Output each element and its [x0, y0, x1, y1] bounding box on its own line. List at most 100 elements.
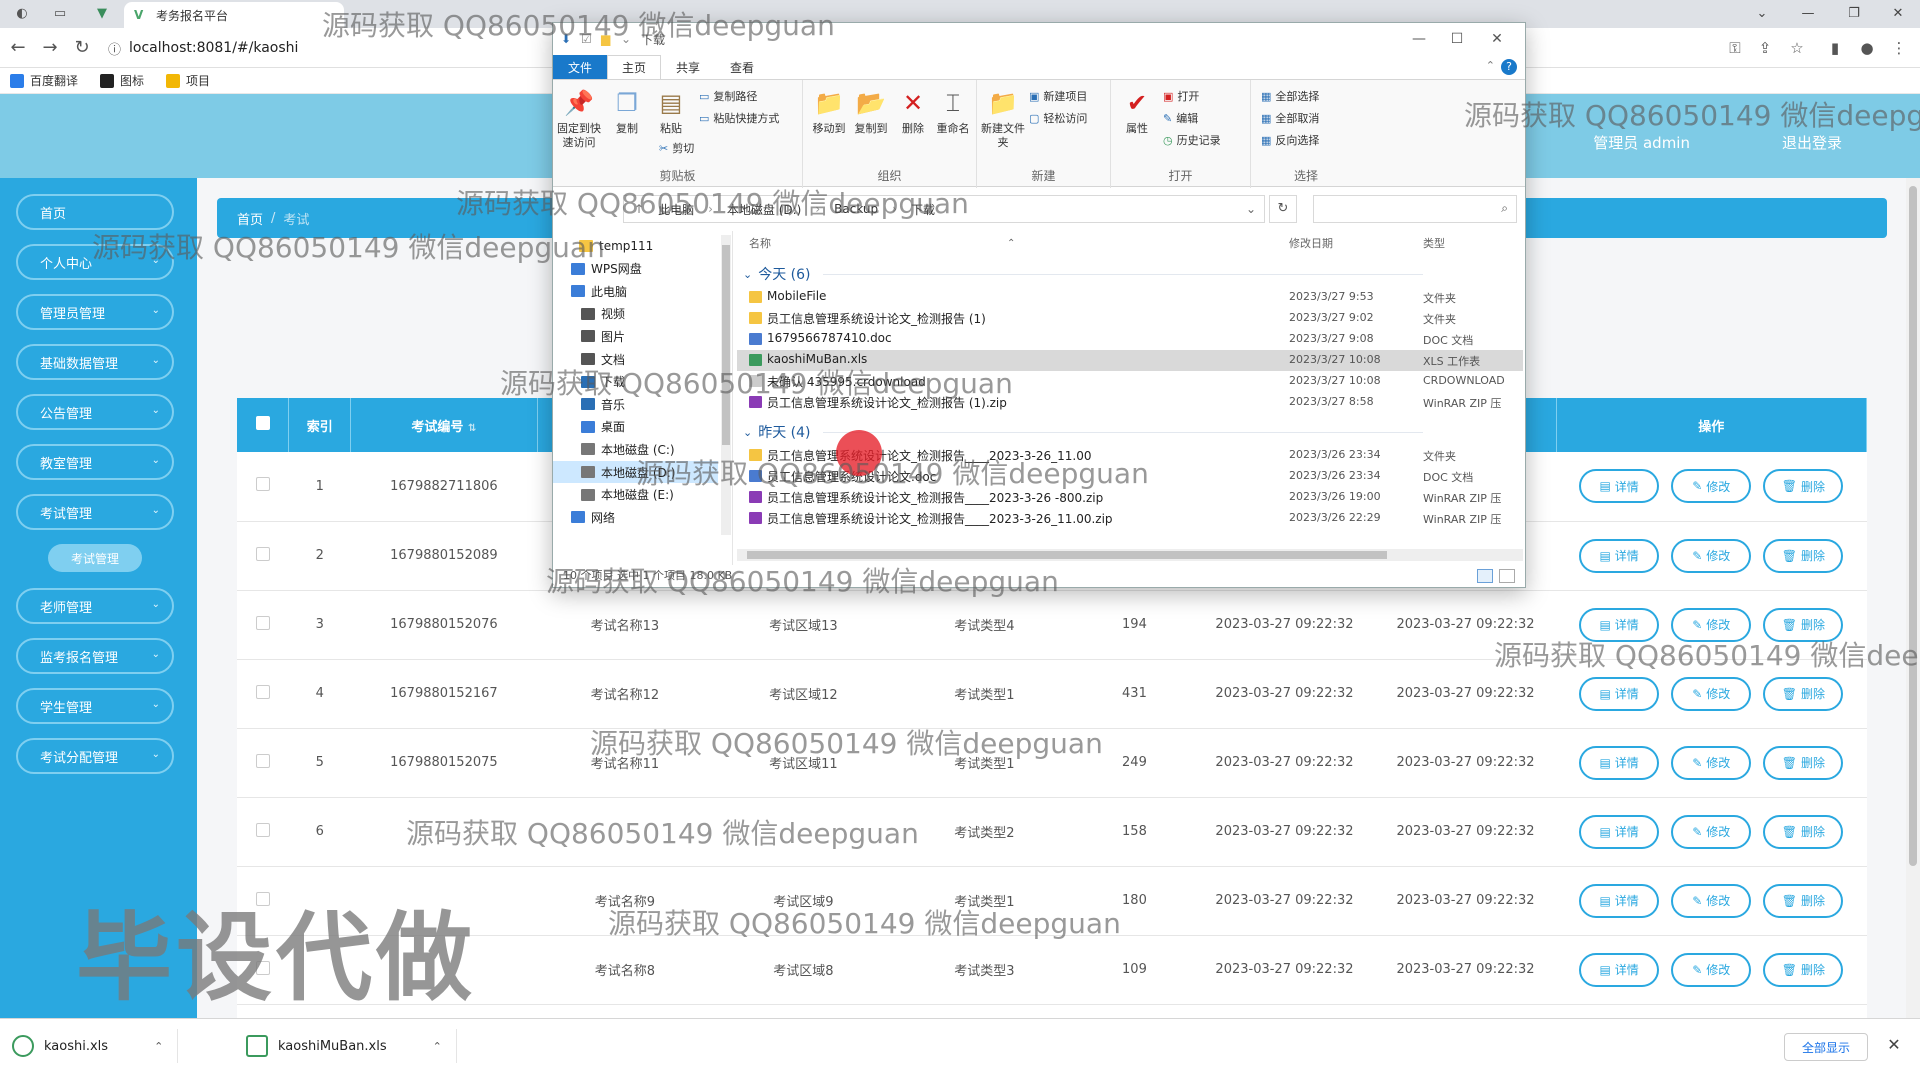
detail-button[interactable]: ▤ 详情 [1579, 814, 1660, 849]
nav-item[interactable]: 网络 [553, 506, 718, 528]
detail-button[interactable]: ▤ 详情 [1579, 745, 1660, 780]
file-row[interactable]: 1679566787410.doc 2023/3/27 9:08 DOC 文档 [737, 329, 1523, 350]
row-checkbox-cell[interactable] [237, 728, 289, 798]
breadcrumb-home[interactable]: 首页 [237, 209, 263, 228]
row-checkbox-cell[interactable] [237, 452, 289, 522]
bookmark-star-icon[interactable]: ☆ [1786, 37, 1808, 59]
window-close-button[interactable]: ✕ [1878, 2, 1918, 26]
paste-shortcut-button[interactable]: ▭ 粘贴快捷方式 [699, 110, 779, 126]
nav-scrollbar-thumb[interactable] [722, 245, 730, 445]
copy-to-button[interactable]: 📂 复制到 [849, 88, 893, 136]
sidebar-item-exam[interactable]: 考试管理 ⌄ [16, 494, 174, 530]
new-folder-button[interactable]: 📁 新建文件夹 [981, 88, 1025, 150]
chevron-up-icon[interactable]: ⌃ [433, 1040, 442, 1053]
sidebar-item-admin[interactable]: 管理员管理 ⌄ [16, 294, 174, 330]
help-icon[interactable]: ? [1501, 59, 1517, 75]
sidebar-item-home[interactable]: 首页 [16, 194, 174, 230]
ribbon-tab-view[interactable]: 查看 [715, 55, 769, 79]
sidebar-item-student[interactable]: 学生管理 ⌄ [16, 688, 174, 724]
col-header-name[interactable]: 名称 [749, 233, 771, 255]
chevron-up-icon[interactable]: ⌃ [154, 1040, 163, 1053]
explorer-maximize-button[interactable]: ☐ [1439, 27, 1475, 51]
pin-quick-access-button[interactable]: 📌 固定到快速访问 [557, 88, 601, 150]
show-all-downloads-button[interactable]: 全部显示 [1784, 1033, 1868, 1061]
row-checkbox[interactable] [255, 753, 270, 768]
more-menu-icon[interactable]: ⋮ [1888, 37, 1910, 59]
edit-button[interactable]: ✎ 修改 [1671, 676, 1752, 711]
row-checkbox[interactable] [255, 477, 270, 492]
col-header-type[interactable]: 类型 [1423, 233, 1445, 255]
sidebar-item-notice[interactable]: 公告管理 ⌄ [16, 394, 174, 430]
delete-button[interactable]: 🗑 删除 [1763, 952, 1844, 987]
tab-strip-icon[interactable]: ▭ [52, 6, 68, 22]
key-icon[interactable]: ⚿ [1724, 37, 1746, 59]
row-checkbox[interactable] [255, 615, 270, 630]
detail-button[interactable]: ▤ 详情 [1579, 952, 1660, 987]
col-header-date[interactable]: 修改日期 [1289, 233, 1333, 255]
page-scrollbar[interactable] [1906, 178, 1920, 1018]
file-group-header[interactable]: ⌄ 今天 (6) [743, 263, 1423, 285]
nav-item[interactable]: 图片 [553, 325, 718, 347]
sidebar-item-exam-assign[interactable]: 考试分配管理 ⌄ [16, 738, 174, 774]
paste-button[interactable]: ▤ 粘贴 [649, 88, 693, 136]
edit-button[interactable]: ✎ 修改 [1671, 745, 1752, 780]
copy-button[interactable]: ❐ 复制 [605, 88, 649, 136]
nav-item[interactable]: 视频 [553, 303, 718, 325]
edit-button[interactable]: ✎ 修改 [1671, 469, 1752, 504]
explorer-minimize-button[interactable]: — [1401, 27, 1437, 51]
detail-button[interactable]: ▤ 详情 [1579, 676, 1660, 711]
sidebar-item-proctor[interactable]: 监考报名管理 ⌄ [16, 638, 174, 674]
vue-favicon-icon[interactable]: ▼ [94, 6, 110, 22]
properties-button[interactable]: ✔ 属性 [1115, 88, 1159, 136]
detail-button[interactable]: ▤ 详情 [1579, 538, 1660, 573]
sidebar-subitem-exam-manage[interactable]: 考试管理 [48, 544, 142, 572]
row-checkbox[interactable] [255, 684, 270, 699]
ribbon-collapse-icon[interactable]: ⌃ [1486, 59, 1495, 72]
browser-menu-icon[interactable]: ◐ [14, 6, 30, 22]
explorer-search-input[interactable]: ⌕ [1313, 195, 1517, 223]
move-to-button[interactable]: 📁 移动到 [807, 88, 851, 136]
file-row[interactable]: MobileFile 2023/3/27 9:53 文件夹 [737, 287, 1523, 308]
nav-item[interactable]: 此电脑 [553, 280, 718, 302]
row-checkbox-cell[interactable] [237, 521, 289, 591]
select-all-cell[interactable] [237, 398, 290, 452]
explorer-close-button[interactable]: ✕ [1479, 27, 1515, 51]
file-row[interactable]: 员工信息管理系统设计论文_检测报告____2023-3-26_11.00.zip… [737, 508, 1523, 529]
page-scrollbar-thumb[interactable] [1909, 186, 1917, 866]
copy-path-button[interactable]: ▭ 复制路径 [699, 88, 757, 104]
bookmark-projects[interactable]: 项目 [166, 72, 210, 89]
edit-button[interactable]: ✎ 修改 [1671, 538, 1752, 573]
edit-button[interactable]: ✎ 编辑 [1163, 110, 1198, 126]
delete-button[interactable]: 🗑 删除 [1763, 676, 1844, 711]
sidepanel-icon[interactable]: ▮ [1824, 37, 1846, 59]
explorer-refresh-icon[interactable]: ↻ [1269, 195, 1297, 223]
share-icon[interactable]: ⇪ [1754, 37, 1776, 59]
reload-icon[interactable]: ↻ [70, 36, 94, 60]
select-none-button[interactable]: ▦ 全部取消 [1261, 110, 1319, 126]
ribbon-tab-home[interactable]: 主页 [607, 55, 661, 79]
delete-button[interactable]: 🗑 删除 [1763, 745, 1844, 780]
col-exam-no[interactable]: 考试编号 ⇅ [350, 398, 538, 452]
tab-dropdown-icon[interactable]: ⌄ [1742, 2, 1782, 26]
logout-link[interactable]: 退出登录 [1782, 132, 1842, 153]
bookmark-baidu-translate[interactable]: 百度翻译 [10, 72, 78, 89]
easy-access-button[interactable]: ▢ 轻松访问 [1029, 110, 1087, 126]
select-all-checkbox[interactable] [255, 416, 270, 430]
delete-button[interactable]: 🗑 删除 [1763, 538, 1844, 573]
detail-button[interactable]: ▤ 详情 [1579, 883, 1660, 918]
invert-selection-button[interactable]: ▦ 反向选择 [1261, 132, 1319, 148]
profile-icon[interactable]: ● [1856, 37, 1878, 59]
sidebar-item-basedata[interactable]: 基础数据管理 ⌄ [16, 344, 174, 380]
sidebar-item-teacher[interactable]: 老师管理 ⌄ [16, 588, 174, 624]
row-checkbox-cell[interactable] [237, 590, 289, 660]
window-restore-button[interactable]: ❐ [1834, 2, 1874, 26]
download-item-1[interactable]: kaoshi.xls ⌃ [12, 1029, 179, 1063]
sidebar-item-classroom[interactable]: 教室管理 ⌄ [16, 444, 174, 480]
forward-icon[interactable]: → [38, 36, 62, 60]
select-all-button[interactable]: ▦ 全部选择 [1261, 88, 1319, 104]
back-icon[interactable]: ← [6, 36, 30, 60]
hscrollbar-thumb[interactable] [747, 551, 1387, 559]
row-checkbox[interactable] [255, 822, 270, 837]
row-checkbox-cell[interactable] [237, 797, 289, 867]
window-minimize-button[interactable]: — [1788, 2, 1828, 26]
